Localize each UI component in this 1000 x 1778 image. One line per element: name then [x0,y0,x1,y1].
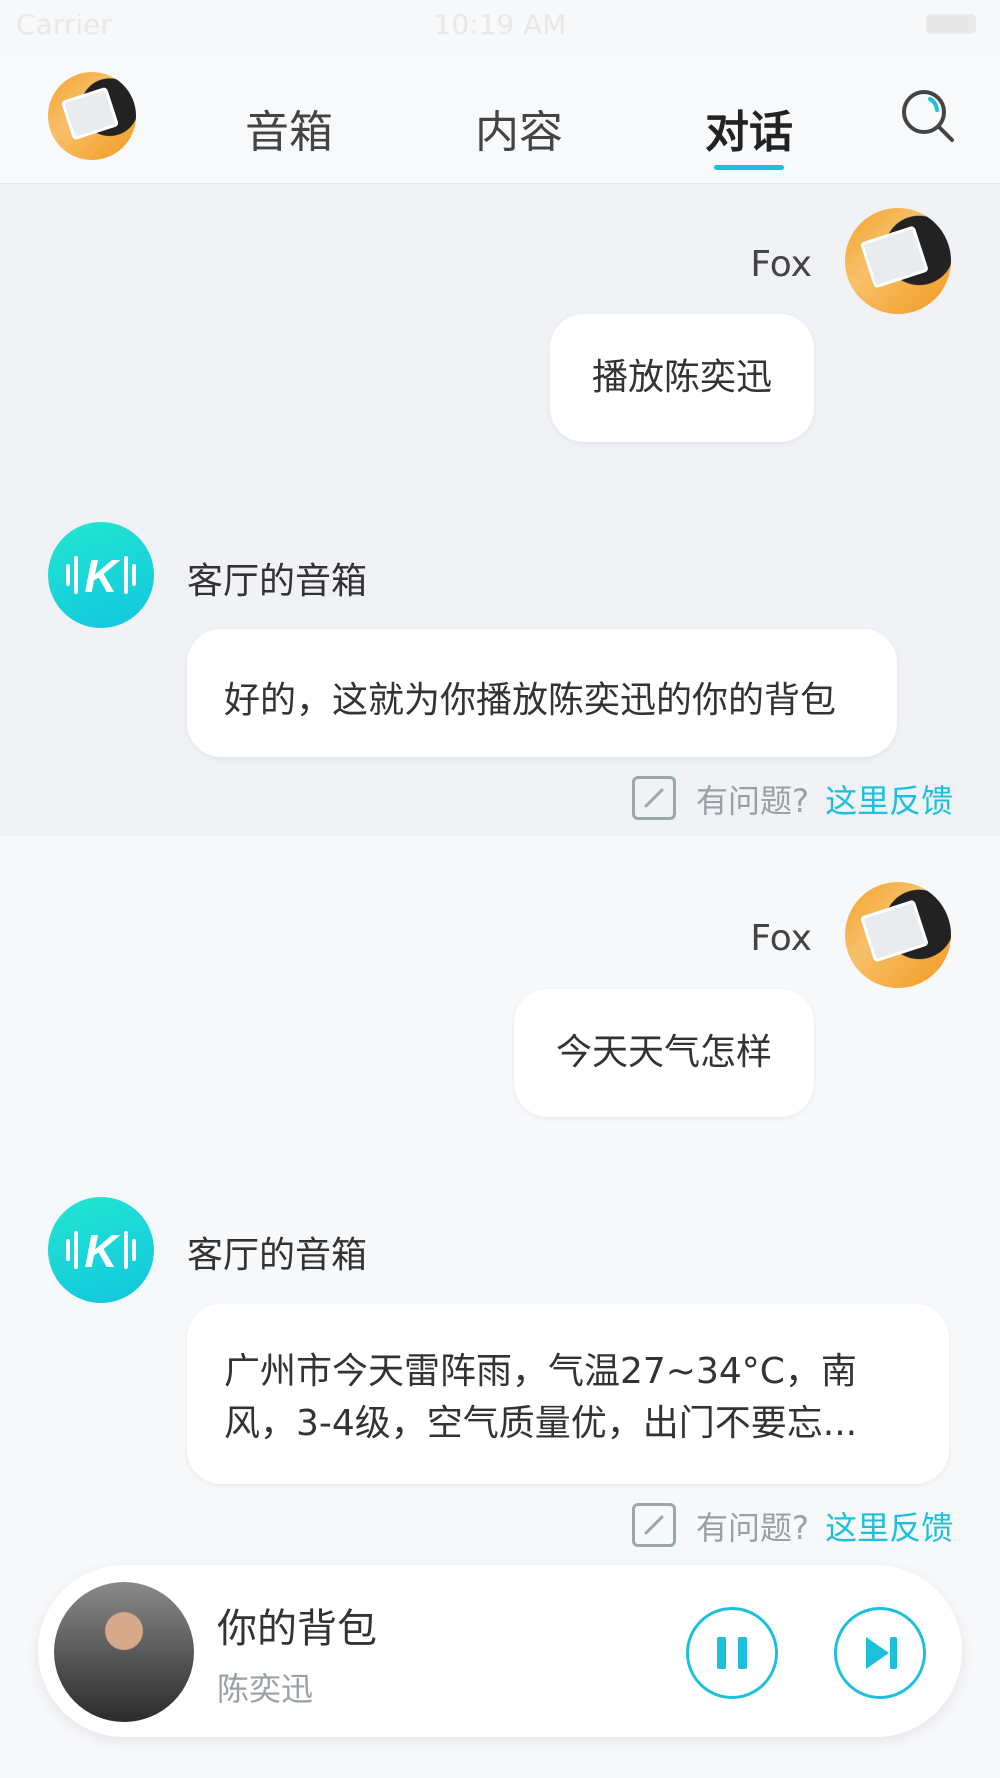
battery-icon [926,14,976,34]
feedback-question: 有问题? [696,1509,809,1547]
pause-icon [717,1637,747,1669]
next-track-icon [866,1637,897,1669]
speaker-reply-line-2: 风，3-4级，空气质量优，出门不要忘... [224,1403,858,1444]
speaker-reply-text: 好的，这就为你播放陈奕迅的你的背包 [224,680,837,721]
user-name: Fox [750,918,812,959]
tab-speaker[interactable]: 音箱 [219,96,359,160]
user-name: Fox [750,244,812,285]
user-message-bubble: 播放陈奕迅 [550,314,814,442]
speaker-logo-icon: K [48,1197,154,1303]
feedback-question: 有问题? [696,782,809,820]
tab-content[interactable]: 内容 [449,96,589,160]
edit-feedback-icon[interactable] [632,1503,676,1547]
svg-text:K: K [84,1225,120,1277]
song-title: 你的背包 [217,1606,377,1652]
search-icon[interactable] [900,88,956,144]
active-tab-indicator [714,165,784,170]
speaker-logo-icon: K [48,522,154,628]
status-bar: Carrier 10:19 AM [0,0,1000,50]
speaker-reply-bubble: 好的，这就为你播放陈奕迅的你的背包 [187,629,897,757]
feedback-link[interactable]: 这里反馈 [825,782,953,820]
speaker-reply-bubble: 广州市今天雷阵雨，气温27~34°C，南 风，3-4级，空气质量优，出门不要忘.… [187,1304,949,1484]
pause-button[interactable] [686,1607,778,1699]
profile-avatar[interactable] [48,72,136,160]
user-message-bubble: 今天天气怎样 [514,989,814,1117]
artist-name: 陈奕迅 [217,1670,314,1708]
user-avatar [845,208,951,314]
speaker-name: 客厅的音箱 [187,1235,368,1276]
edit-feedback-icon[interactable] [632,776,676,820]
tab-dialog[interactable]: 对话 [679,96,819,160]
next-track-button[interactable] [834,1607,926,1699]
speaker-name: 客厅的音箱 [187,561,368,602]
feedback-link[interactable]: 这里反馈 [825,1509,953,1547]
feedback-prompt: 有问题? 这里反馈 [696,1503,953,1549]
album-cover[interactable] [54,1582,194,1722]
clock: 10:19 AM [433,8,567,41]
speaker-reply-line-1: 广州市今天雷阵雨，气温27~34°C，南 [224,1351,857,1392]
user-avatar [845,882,951,988]
feedback-prompt: 有问题? 这里反馈 [696,776,953,822]
svg-text:K: K [84,550,120,602]
